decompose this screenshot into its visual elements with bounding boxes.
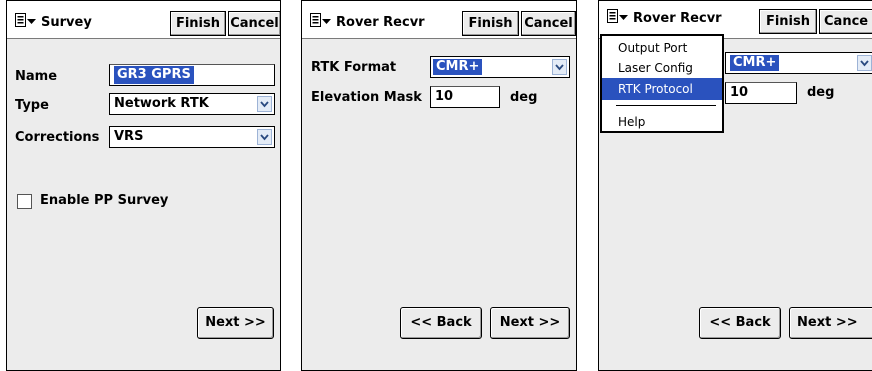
cancel-button[interactable]: Cancel xyxy=(521,11,576,36)
rover-recvr-panel: Rover Recvr Finish Cancel RTK Format CMR… xyxy=(301,0,577,371)
window-title: Survey xyxy=(41,15,92,30)
elevation-unit: deg xyxy=(510,90,538,105)
finish-button[interactable]: Finish xyxy=(170,11,226,36)
finish-button[interactable]: Finish xyxy=(462,11,519,36)
elevation-mask-field[interactable]: 10 xyxy=(725,82,797,104)
menu-icon[interactable] xyxy=(607,9,629,26)
cancel-button[interactable]: Cancel xyxy=(228,11,280,36)
window-title: Rover Recvr xyxy=(633,11,722,26)
survey-panel: Survey Finish Cancel Name GR3 GPRS Type … xyxy=(6,0,281,371)
elevation-mask-field[interactable]: 10 xyxy=(430,86,500,108)
elevation-unit: deg xyxy=(807,85,835,100)
chevron-down-icon[interactable] xyxy=(257,129,272,145)
rtk-format-value: CMR+ xyxy=(433,59,483,75)
cancel-button[interactable]: Cance xyxy=(819,9,872,34)
title-bar: Rover Recvr Finish Cancel xyxy=(302,1,576,39)
menu-item-help[interactable]: Help xyxy=(602,111,722,133)
name-field[interactable]: GR3 GPRS xyxy=(109,64,275,86)
rtk-format-value: CMR+ xyxy=(730,55,780,71)
type-value: Network RTK xyxy=(114,96,209,111)
back-button[interactable]: << Back xyxy=(400,307,482,339)
enable-pp-checkbox[interactable] xyxy=(17,194,32,209)
enable-pp-label[interactable]: Enable PP Survey xyxy=(40,193,168,208)
chevron-down-icon[interactable] xyxy=(857,55,872,71)
type-label: Type xyxy=(15,98,49,113)
rover-recvr-menu-panel: Rover Recvr Finish Cance CMR+ 10 deg << … xyxy=(598,0,872,371)
elevation-mask-label: Elevation Mask xyxy=(311,90,422,105)
rtk-format-select[interactable]: CMR+ xyxy=(725,52,872,74)
menu-icon[interactable] xyxy=(15,13,37,30)
title-bar: Survey Finish Cancel xyxy=(7,1,280,39)
dropdown-menu: Output Port Laser Config RTK Protocol He… xyxy=(600,34,724,133)
rtk-format-select[interactable]: CMR+ xyxy=(430,56,570,78)
corrections-value: VRS xyxy=(114,129,144,144)
menu-item-laser-config[interactable]: Laser Config xyxy=(602,57,722,79)
corrections-select[interactable]: VRS xyxy=(109,126,275,148)
chevron-down-icon[interactable] xyxy=(257,96,272,112)
name-label: Name xyxy=(15,69,58,84)
next-button[interactable]: Next >> xyxy=(197,307,274,339)
type-select[interactable]: Network RTK xyxy=(109,93,275,115)
menu-icon[interactable] xyxy=(310,13,332,30)
next-button[interactable]: Next >> xyxy=(490,307,570,339)
rtk-format-label: RTK Format xyxy=(311,60,397,75)
next-button[interactable]: Next >> xyxy=(789,307,872,339)
window-title: Rover Recvr xyxy=(336,15,425,30)
back-button[interactable]: << Back xyxy=(699,307,781,339)
menu-item-output-port[interactable]: Output Port xyxy=(602,37,722,59)
corrections-label: Corrections xyxy=(15,130,100,145)
menu-separator xyxy=(616,105,716,106)
name-value: GR3 GPRS xyxy=(114,66,194,84)
finish-button[interactable]: Finish xyxy=(759,9,817,34)
chevron-down-icon[interactable] xyxy=(552,59,567,75)
menu-item-rtk-protocol[interactable]: RTK Protocol xyxy=(602,78,722,100)
